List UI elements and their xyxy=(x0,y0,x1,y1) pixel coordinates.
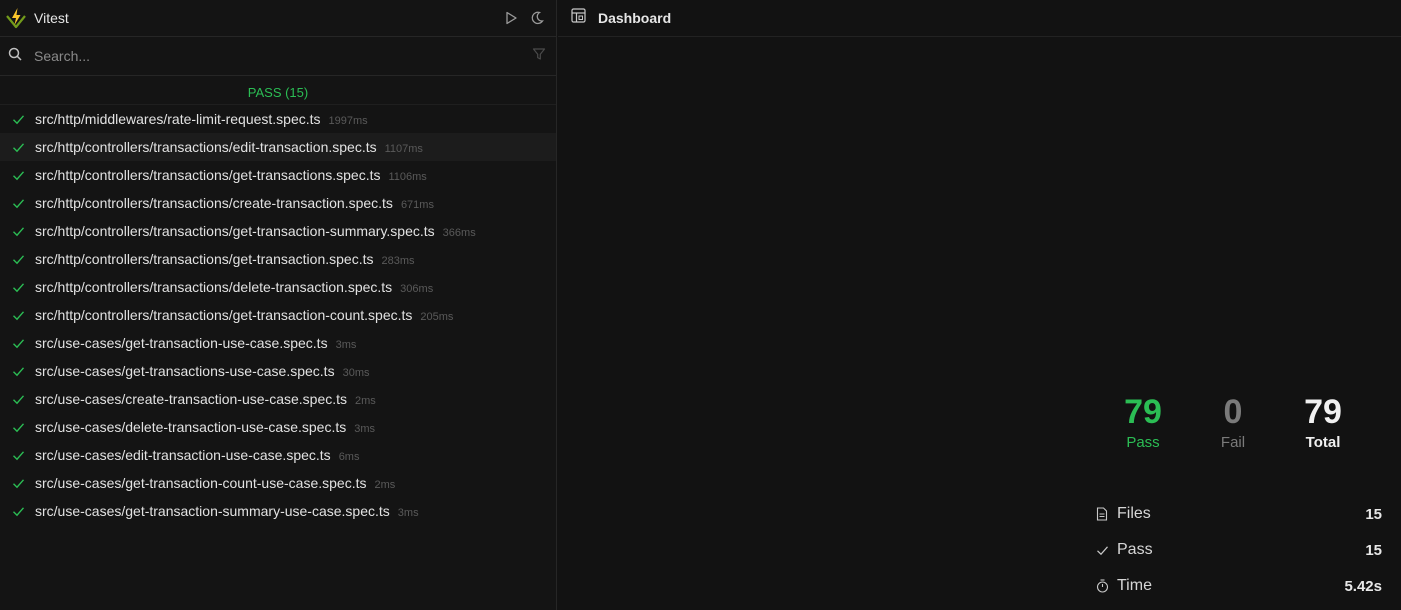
test-file-name: src/http/controllers/transactions/create… xyxy=(35,195,393,211)
test-file-row[interactable]: src/http/controllers/transactions/create… xyxy=(0,189,556,217)
pass-group-header: PASS (15) xyxy=(0,85,556,105)
test-file-name: src/use-cases/get-transaction-use-case.s… xyxy=(35,335,328,351)
check-icon xyxy=(12,364,26,378)
dashboard-icon xyxy=(571,8,586,28)
filter-icon[interactable] xyxy=(532,47,546,66)
test-file-name: src/use-cases/get-transaction-summary-us… xyxy=(35,503,390,519)
test-file-row[interactable]: src/use-cases/delete-transaction-use-cas… xyxy=(0,413,556,441)
test-file-row[interactable]: src/use-cases/get-transaction-summary-us… xyxy=(0,497,556,525)
fail-label: Fail xyxy=(1220,434,1246,451)
check-icon xyxy=(12,280,26,294)
files-label: Files xyxy=(1117,505,1151,522)
sidebar-header: Vitest xyxy=(0,0,556,37)
test-file-name: src/use-cases/delete-transaction-use-cas… xyxy=(35,419,347,435)
fail-count: 0 xyxy=(1223,393,1243,431)
run-all-icon[interactable] xyxy=(502,9,520,27)
summary-row-pass: Pass 15 xyxy=(1095,532,1382,568)
check-icon xyxy=(1095,543,1109,557)
summary-row-time: Time 5.42s xyxy=(1095,568,1382,604)
test-file-name: src/http/controllers/transactions/get-tr… xyxy=(35,223,435,239)
check-icon xyxy=(12,196,26,210)
test-file-row[interactable]: src/http/controllers/transactions/delete… xyxy=(0,273,556,301)
test-file-name: src/http/controllers/transactions/get-tr… xyxy=(35,167,381,183)
search-bar xyxy=(0,37,556,76)
files-value: 15 xyxy=(1365,505,1382,523)
test-file-duration: 283ms xyxy=(381,254,415,267)
search-icon xyxy=(8,47,22,66)
test-file-duration: 30ms xyxy=(342,366,370,379)
check-icon xyxy=(12,476,26,490)
test-file-duration: 1997ms xyxy=(328,114,368,127)
check-icon xyxy=(12,504,26,518)
dashboard-header: Dashboard xyxy=(558,0,1401,37)
test-file-row[interactable]: src/http/controllers/transactions/get-tr… xyxy=(0,217,556,245)
test-file-name: src/http/controllers/transactions/get-tr… xyxy=(35,307,413,323)
test-file-name: src/use-cases/get-transactions-use-case.… xyxy=(35,363,335,379)
theme-toggle-moon-icon[interactable] xyxy=(528,9,546,27)
pass-count: 79 xyxy=(1124,393,1162,431)
vitest-logo-icon xyxy=(4,6,28,30)
stat-pass: 79 Pass xyxy=(1098,392,1188,451)
test-file-duration: 3ms xyxy=(335,338,357,351)
dashboard-panel: Dashboard 79 Pass 0 Fail 79 Total Files … xyxy=(558,0,1401,610)
check-icon xyxy=(12,420,26,434)
total-count: 79 xyxy=(1304,393,1342,431)
test-file-duration: 366ms xyxy=(442,226,476,239)
total-label: Total xyxy=(1305,434,1341,451)
test-file-duration: 2ms xyxy=(355,394,376,407)
test-file-row[interactable]: src/use-cases/edit-transaction-use-case.… xyxy=(0,441,556,469)
time-label: Time xyxy=(1117,577,1152,594)
pass-summary-label: Pass xyxy=(1117,541,1153,558)
test-file-name: src/use-cases/edit-transaction-use-case.… xyxy=(35,447,331,463)
test-file-row[interactable]: src/use-cases/create-transaction-use-cas… xyxy=(0,385,556,413)
test-file-duration: 205ms xyxy=(420,310,454,323)
file-icon xyxy=(1095,507,1109,521)
test-file-row[interactable]: src/http/controllers/transactions/get-tr… xyxy=(0,301,556,329)
pass-summary-value: 15 xyxy=(1365,541,1382,559)
test-file-duration: 3ms xyxy=(397,506,419,519)
test-file-name: src/http/controllers/transactions/get-tr… xyxy=(35,251,374,267)
test-file-duration: 6ms xyxy=(338,450,360,463)
check-icon xyxy=(12,112,26,126)
test-file-duration: 306ms xyxy=(400,282,434,295)
test-file-list: src/http/middlewares/rate-limit-request.… xyxy=(0,105,556,525)
check-icon xyxy=(12,168,26,182)
dashboard-title: Dashboard xyxy=(598,10,672,26)
test-file-row[interactable]: src/http/controllers/transactions/get-tr… xyxy=(0,161,556,189)
test-file-name: src/http/controllers/transactions/edit-t… xyxy=(35,139,377,155)
test-file-name: src/use-cases/get-transaction-count-use-… xyxy=(35,475,367,491)
check-icon xyxy=(12,140,26,154)
sidebar: Vitest PASS (15) src/http/middlewares/ra… xyxy=(0,0,557,610)
stat-fail: 0 Fail xyxy=(1188,392,1278,451)
test-file-duration: 3ms xyxy=(354,422,376,435)
pass-label: Pass xyxy=(1126,434,1160,451)
test-file-row[interactable]: src/http/middlewares/rate-limit-request.… xyxy=(0,105,556,133)
app-title: Vitest xyxy=(34,10,69,26)
test-file-duration: 1107ms xyxy=(384,142,423,155)
timer-icon xyxy=(1095,579,1109,593)
stats-summary: 79 Pass 0 Fail 79 Total xyxy=(1098,392,1368,451)
stat-total: 79 Total xyxy=(1278,392,1368,451)
test-file-duration: 1106ms xyxy=(388,170,427,183)
test-file-row[interactable]: src/use-cases/get-transactions-use-case.… xyxy=(0,357,556,385)
test-file-duration: 2ms xyxy=(374,478,396,491)
test-file-row[interactable]: src/http/controllers/transactions/get-tr… xyxy=(0,245,556,273)
test-file-row[interactable]: src/http/controllers/transactions/edit-t… xyxy=(0,133,556,161)
details-summary: Files 15 Pass 15 Time 5.42s xyxy=(1095,496,1382,604)
test-file-row[interactable]: src/use-cases/get-transaction-count-use-… xyxy=(0,469,556,497)
search-input[interactable] xyxy=(34,48,532,64)
summary-row-files: Files 15 xyxy=(1095,496,1382,532)
test-file-row[interactable]: src/use-cases/get-transaction-use-case.s… xyxy=(0,329,556,357)
test-file-name: src/http/controllers/transactions/delete… xyxy=(35,279,393,295)
check-icon xyxy=(12,308,26,322)
check-icon xyxy=(12,252,26,266)
check-icon xyxy=(12,336,26,350)
test-file-name: src/use-cases/create-transaction-use-cas… xyxy=(35,391,348,407)
check-icon xyxy=(12,224,26,238)
test-file-duration: 671ms xyxy=(400,198,434,211)
check-icon xyxy=(12,448,26,462)
test-file-name: src/http/middlewares/rate-limit-request.… xyxy=(35,111,321,127)
time-value: 5.42s xyxy=(1344,577,1382,595)
check-icon xyxy=(12,392,26,406)
